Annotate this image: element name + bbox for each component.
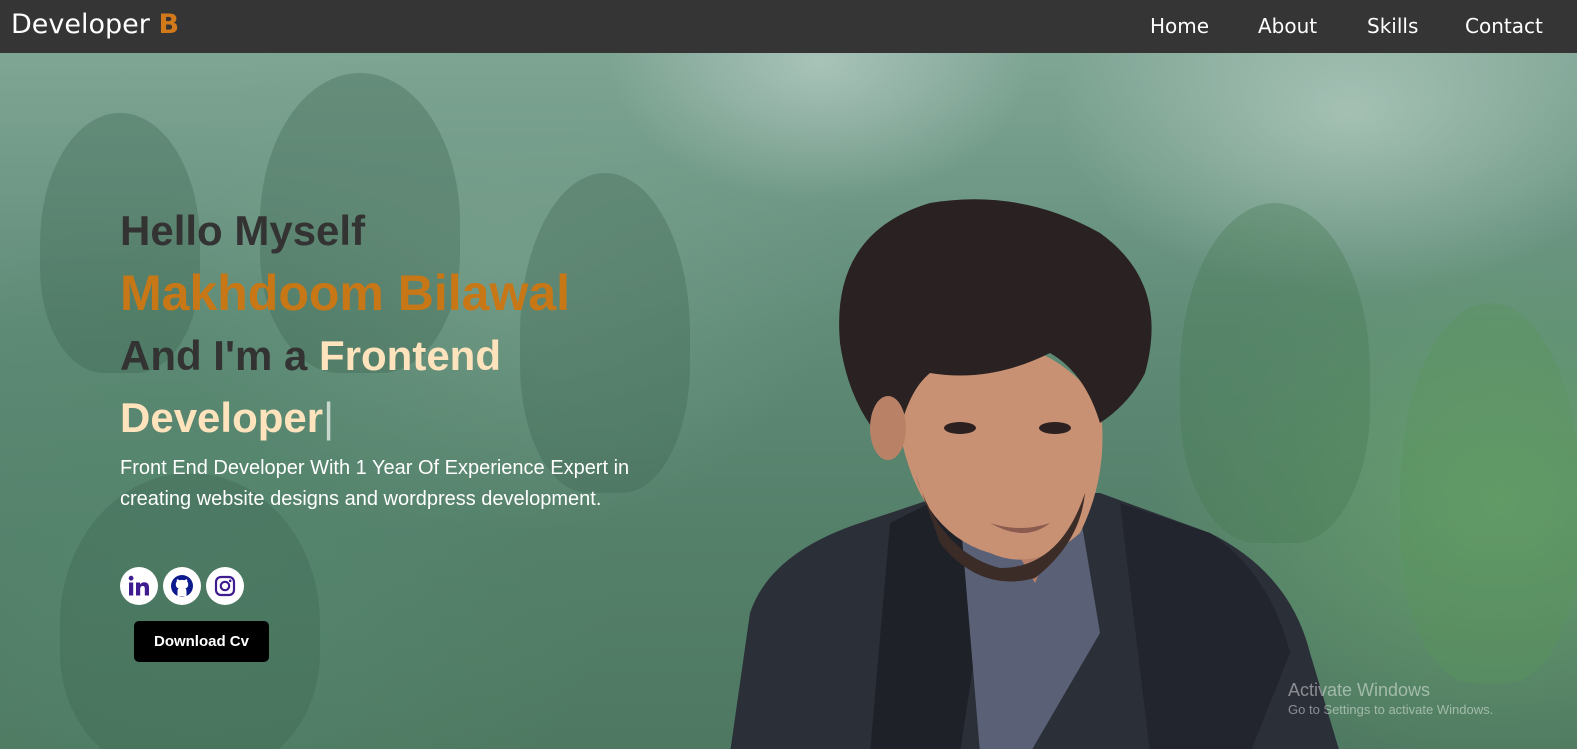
github-link[interactable] xyxy=(163,567,201,605)
typing-cursor: | xyxy=(323,394,335,441)
instagram-link[interactable] xyxy=(206,567,244,605)
navbar: Developer B Home About Skills Contact xyxy=(0,0,1577,53)
watermark-subtitle: Go to Settings to activate Windows. xyxy=(1288,702,1494,717)
linkedin-link[interactable] xyxy=(120,567,158,605)
role-prefix: And I'm a xyxy=(120,332,308,379)
linkedin-icon xyxy=(128,575,149,596)
nav-about-link[interactable]: About xyxy=(1258,14,1317,38)
background-tree xyxy=(1400,303,1577,683)
nav-contact-link[interactable]: Contact xyxy=(1465,14,1543,38)
hero-text-block: Hello Myself Makhdoom Bilawal And I'm a … xyxy=(120,205,680,515)
watermark-title: Activate Windows xyxy=(1288,680,1431,700)
brand-logo[interactable]: Developer B xyxy=(11,9,179,40)
role-heading: And I'm a Frontend Developer| xyxy=(120,325,680,449)
greeting-heading: Hello Myself xyxy=(120,207,366,254)
nav-home-link[interactable]: Home xyxy=(1150,14,1209,38)
activate-windows-watermark: Activate Windows Go to Settings to activ… xyxy=(1288,679,1493,719)
profile-photo xyxy=(730,199,1339,749)
hero-section: Hello Myself Makhdoom Bilawal And I'm a … xyxy=(0,53,1577,749)
github-icon xyxy=(171,575,193,597)
name-heading: Makhdoom Bilawal xyxy=(120,265,571,321)
download-cv-button[interactable]: Download Cv xyxy=(134,621,269,662)
brand-text: Developer xyxy=(11,9,150,40)
instagram-icon xyxy=(214,575,236,597)
hero-description: Front End Developer With 1 Year Of Exper… xyxy=(120,457,630,510)
nav-skills-link[interactable]: Skills xyxy=(1367,14,1418,38)
brand-accent: B xyxy=(158,9,180,40)
